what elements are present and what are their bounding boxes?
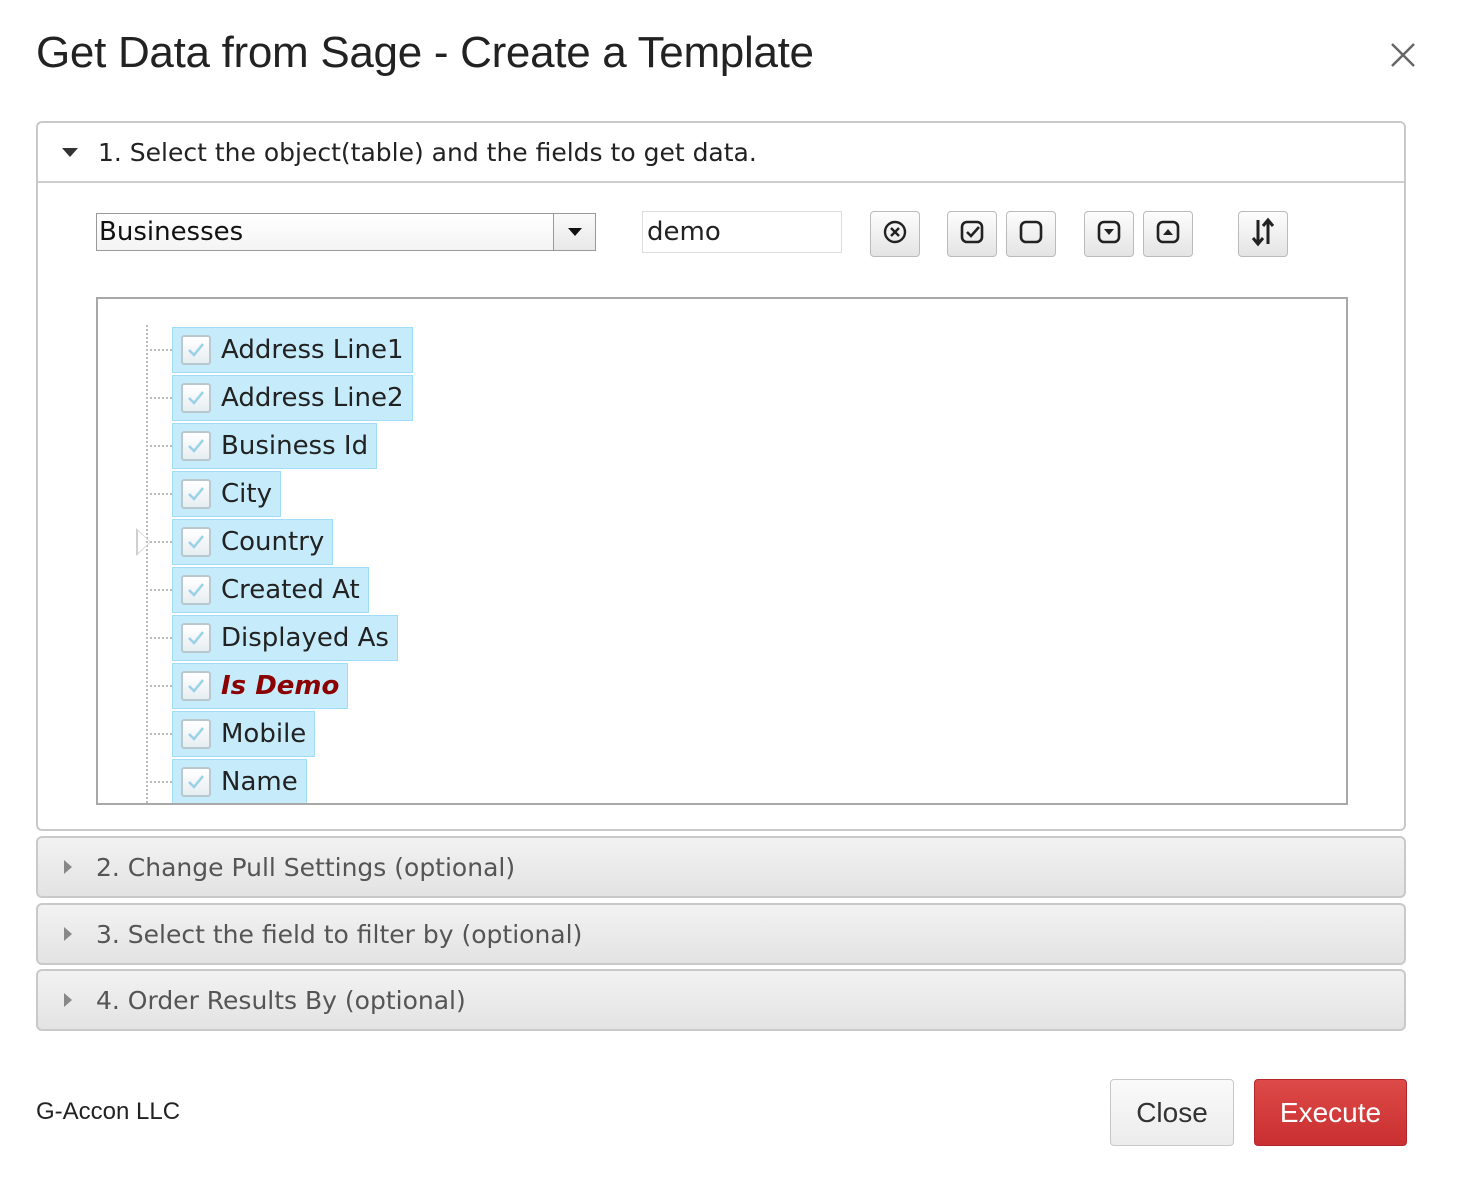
execute-button[interactable]: Execute	[1254, 1079, 1407, 1146]
tree-node-label: Country	[221, 527, 325, 557]
caret-right-icon	[64, 927, 72, 941]
dialog-title: Get Data from Sage - Create a Template	[36, 28, 814, 77]
caret-right-icon	[64, 860, 72, 874]
tree-item: City	[146, 471, 281, 517]
section-3-title: 3. Select the field to filter by (option…	[96, 919, 583, 949]
tree-item: Created At	[146, 567, 369, 613]
field-tree: Address Line1 Address Line2 Business Id …	[96, 297, 1348, 805]
tree-node-city[interactable]: City	[172, 471, 281, 517]
dropdown-arrow-icon[interactable]	[553, 214, 595, 250]
object-select[interactable]: Businesses	[96, 213, 596, 251]
checkbox-checked-icon[interactable]	[181, 623, 211, 653]
checkbox-checked-icon[interactable]	[181, 431, 211, 461]
tree-node-address-line2[interactable]: Address Line2	[172, 375, 413, 421]
tree-node-country[interactable]: Country	[172, 519, 334, 565]
tree-node-address-line1[interactable]: Address Line1	[172, 327, 413, 373]
tree-node-label: Name	[221, 767, 298, 797]
uncheck-all-icon	[1018, 219, 1044, 249]
object-select-value: Businesses	[99, 217, 244, 247]
tree-node-displayed-as[interactable]: Displayed As	[172, 615, 398, 661]
section-1-header[interactable]: 1. Select the object(table) and the fiel…	[38, 123, 1404, 183]
section-4-title: 4. Order Results By (optional)	[96, 985, 466, 1015]
tree-node-business-id[interactable]: Business Id	[172, 423, 378, 469]
sort-icon	[1249, 217, 1277, 251]
checkbox-checked-icon[interactable]	[181, 719, 211, 749]
checkbox-checked-icon[interactable]	[181, 527, 211, 557]
footer-brand: G-Accon LLC	[36, 1098, 181, 1125]
expand-all-icon	[1096, 219, 1122, 249]
tree-node-mobile[interactable]: Mobile	[172, 711, 316, 757]
checkbox-checked-icon[interactable]	[181, 767, 211, 797]
collapse-all-button[interactable]	[1143, 211, 1193, 257]
checkbox-checked-icon[interactable]	[181, 383, 211, 413]
tree-item: Displayed As	[146, 615, 398, 661]
tree-node-name[interactable]: Name	[172, 759, 307, 803]
tree-node-label: Address Line1	[221, 335, 404, 365]
checkbox-checked-icon[interactable]	[181, 479, 211, 509]
checkbox-checked-icon[interactable]	[181, 575, 211, 605]
tree-node-created-at[interactable]: Created At	[172, 567, 369, 613]
section-pull-settings[interactable]: 2. Change Pull Settings (optional)	[36, 836, 1406, 898]
sort-button[interactable]	[1238, 211, 1288, 257]
tree-item: Address Line1	[146, 327, 413, 373]
uncheck-all-button[interactable]	[1006, 211, 1056, 257]
tree-item: Is Demo	[146, 663, 349, 709]
collapse-all-icon	[1155, 219, 1181, 249]
tree-node-label: Business Id	[221, 431, 369, 461]
check-all-button[interactable]	[947, 211, 997, 257]
section-select-object: 1. Select the object(table) and the fiel…	[36, 121, 1406, 831]
section-2-title: 2. Change Pull Settings (optional)	[96, 852, 516, 882]
tree-node-label: City	[221, 479, 272, 509]
check-all-icon	[959, 219, 985, 249]
tree-node-label: Mobile	[221, 719, 307, 749]
tree-node-label: Created At	[221, 575, 360, 605]
expand-all-button[interactable]	[1084, 211, 1134, 257]
tree-item: Country	[146, 519, 334, 565]
checkbox-checked-icon[interactable]	[181, 671, 211, 701]
section-order-results[interactable]: 4. Order Results By (optional)	[36, 969, 1406, 1031]
close-button[interactable]: Close	[1110, 1079, 1234, 1146]
tree-item: Business Id	[146, 423, 378, 469]
caret-right-icon	[64, 993, 72, 1007]
clear-icon	[882, 219, 908, 249]
tree-item: Name	[146, 759, 307, 803]
section-1-title: 1. Select the object(table) and the fiel…	[98, 137, 757, 167]
section-filter[interactable]: 3. Select the field to filter by (option…	[36, 903, 1406, 965]
tree-item: Mobile	[146, 711, 316, 757]
caret-down-icon	[62, 147, 78, 157]
tree-node-is-demo[interactable]: Is Demo	[172, 663, 349, 709]
clear-search-button[interactable]	[870, 211, 920, 257]
tree-node-label: Displayed As	[221, 623, 389, 653]
search-input[interactable]	[642, 211, 842, 253]
tree-node-label-match: Is Demo	[221, 671, 340, 701]
tree-item: Address Line2	[146, 375, 413, 421]
close-icon[interactable]	[1384, 36, 1422, 74]
tree-node-label: Address Line2	[221, 383, 404, 413]
checkbox-checked-icon[interactable]	[181, 335, 211, 365]
